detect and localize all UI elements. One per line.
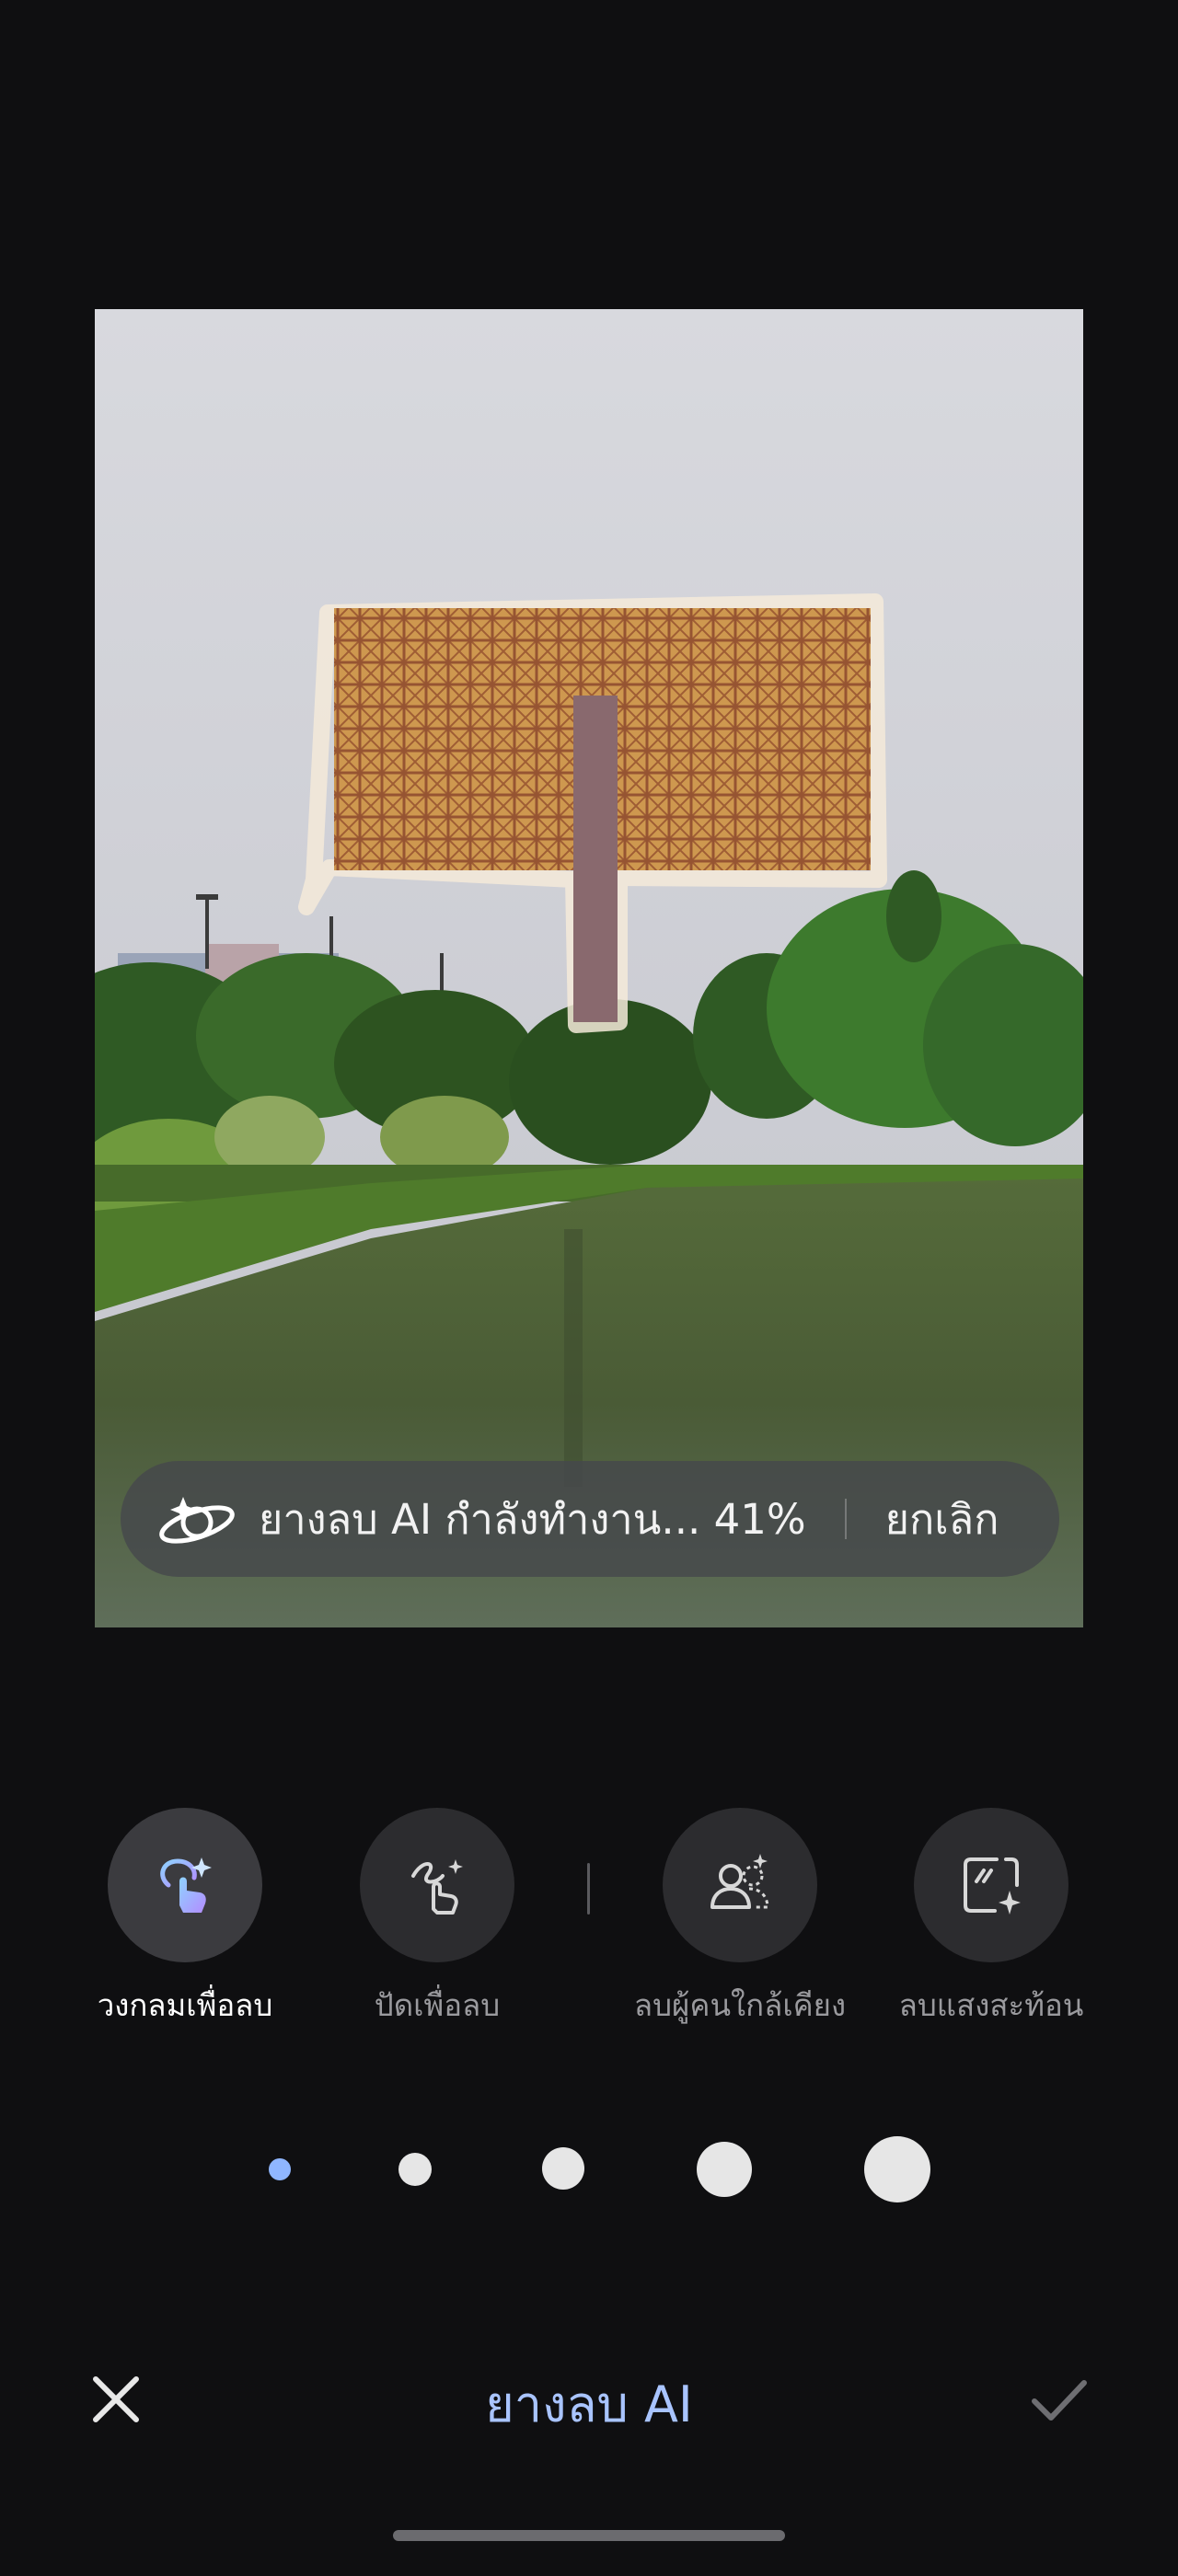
tool-label: วงกลมเพื่อลบ (97, 1987, 273, 2023)
tool-label: ลบแสงสะท้อน (898, 1987, 1084, 2023)
tool-brush-to-erase-button[interactable] (360, 1808, 514, 1962)
brush-size-4[interactable] (697, 2142, 752, 2197)
home-indicator[interactable] (393, 2530, 785, 2541)
tool-circle-to-erase[interactable]: วงกลมเพื่อลบ (65, 1808, 305, 2030)
confirm-button[interactable] (1029, 2372, 1090, 2427)
tools-divider (587, 1863, 590, 1915)
tool-remove-people[interactable]: ลบผู้คนใกล้เคียง (620, 1808, 860, 2030)
brush-size-2[interactable] (398, 2153, 432, 2186)
tool-label: ลบผู้คนใกล้เคียง (633, 1987, 847, 2023)
progress-text: ยางลบ AI กำลังทำงาน... 41% (259, 1495, 806, 1544)
tool-remove-reflection-button[interactable] (914, 1808, 1068, 1962)
ai-sparkle-planet-icon (156, 1491, 238, 1547)
eraser-tools: วงกลมเพื่อลบ ปัดเพื่อลบ ลบผู้คนใกล้เคียง (0, 1808, 1178, 2029)
tool-remove-people-button[interactable] (663, 1808, 817, 1962)
brush-erase-icon (411, 1859, 463, 1915)
bottom-action-bar: ยางลบ AI (0, 2355, 1178, 2447)
tool-remove-reflection[interactable]: ลบแสงสะท้อน (872, 1808, 1111, 2030)
brush-size-3[interactable] (542, 2147, 584, 2190)
brush-size-5[interactable] (864, 2136, 930, 2202)
remove-people-icon (710, 1854, 769, 1909)
cancel-button[interactable]: ยกเลิก (885, 1486, 999, 1552)
circle-erase-icon (160, 1857, 212, 1913)
check-icon (1032, 2380, 1087, 2421)
pill-divider (844, 1499, 847, 1539)
remove-reflection-icon (964, 1857, 1021, 1915)
ai-eraser-progress-banner: ยางลบ AI กำลังทำงาน... 41% ยกเลิก (121, 1461, 1059, 1577)
tool-circle-to-erase-button[interactable] (108, 1808, 262, 1962)
tool-brush-to-erase[interactable]: ปัดเพื่อลบ (318, 1808, 557, 2030)
tool-label: ปัดเพื่อลบ (374, 1987, 501, 2023)
brush-size-1[interactable] (269, 2158, 291, 2180)
photo-canvas[interactable]: ยางลบ AI กำลังทำงาน... 41% ยกเลิก (95, 309, 1083, 1627)
screen-title: ยางลบ AI (485, 2375, 693, 2433)
photo-image (95, 309, 1083, 1627)
